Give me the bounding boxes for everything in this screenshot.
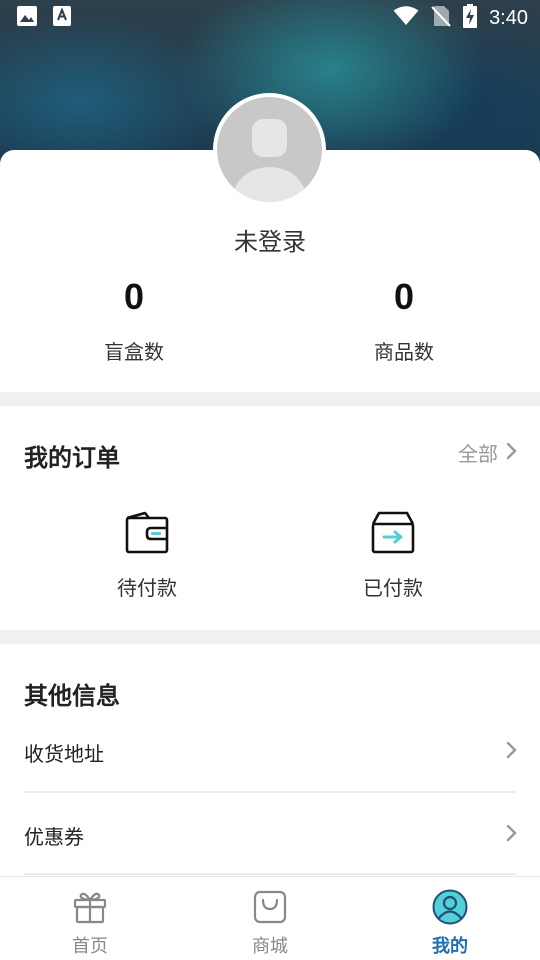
view-all-label: 全部 [458,442,498,466]
chevron-right-icon [506,823,518,847]
box-arrow-icon [293,510,493,558]
product-count-value: 0 [393,276,415,317]
status-time: 3:40 [489,6,528,29]
my-orders-section: 我的订单 全部 待付款 已付款 [0,406,540,630]
user-circle-icon [432,889,468,929]
pending-payment-label: 待付款 [117,576,177,600]
other-info-title: 其他信息 [24,682,120,710]
coupon-row[interactable]: 优惠券 [24,794,518,876]
view-all-orders-link[interactable]: 全部 [458,438,518,467]
nickname-label[interactable]: 未登录 [0,222,540,257]
coupon-label: 优惠券 [24,824,84,849]
blindbox-count-stat[interactable]: 0 盲盒数 [34,276,234,365]
row-divider [24,791,516,793]
row-divider [24,873,516,875]
tab-shop-label: 商城 [252,936,288,957]
wallet-icon [47,510,247,558]
chevron-right-icon [506,441,518,465]
tab-mine[interactable]: 我的 [360,877,540,960]
tab-home-label: 首页 [72,936,108,957]
no-sim-icon [431,5,451,31]
default-avatar-icon [217,97,322,202]
order-pending-payment[interactable]: 待付款 [47,510,247,601]
tab-shop[interactable]: 商城 [180,877,360,960]
text-a-icon [52,5,72,31]
tab-mine-label: 我的 [432,936,468,957]
other-info-section: 其他信息 收货地址 优惠券 [0,644,540,876]
product-count-label: 商品数 [374,340,434,364]
address-label: 收货地址 [24,741,104,766]
wifi-icon [393,6,419,30]
image-icon [16,5,38,31]
product-count-stat[interactable]: 0 商品数 [304,276,504,365]
battery-charging-icon [463,4,478,32]
order-paid[interactable]: 已付款 [293,510,493,601]
avatar[interactable] [213,93,326,206]
bottom-tab-bar: 首页 商城 我的 [0,876,540,960]
paid-label: 已付款 [363,576,423,600]
my-orders-title: 我的订单 [24,444,120,472]
address-row[interactable]: 收货地址 [24,711,518,793]
blindbox-count-value: 0 [123,276,145,317]
blindbox-count-label: 盲盒数 [104,340,164,364]
gift-icon [72,889,108,929]
shopping-bag-icon [252,889,288,929]
status-bar: 3:40 [0,0,540,36]
chevron-right-icon [506,740,518,764]
tab-home[interactable]: 首页 [0,877,180,960]
